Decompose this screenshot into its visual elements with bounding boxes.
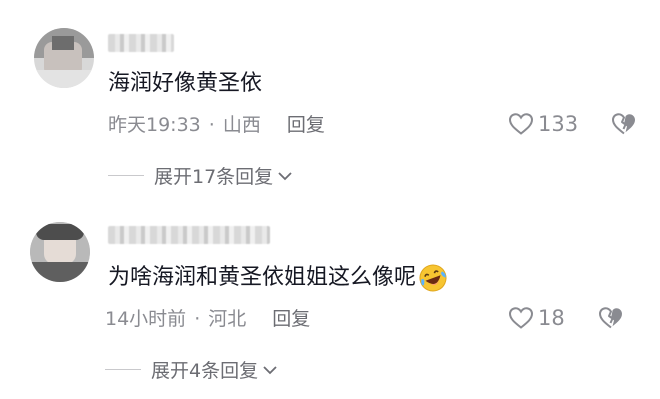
comment-time: 昨天19:33 <box>108 114 201 136</box>
chevron-down-icon <box>263 365 277 374</box>
avatar[interactable] <box>34 28 94 88</box>
like-count: 18 <box>538 306 565 330</box>
heart-outline-icon <box>508 113 534 135</box>
comment-text: 海润好像黄圣依 <box>108 70 262 98</box>
username-blurred[interactable] <box>108 226 270 244</box>
dislike-button[interactable] <box>611 112 637 140</box>
like-button[interactable]: 133 <box>508 112 578 136</box>
comment-meta: 昨天19:33 · 山西 回复 <box>108 113 325 137</box>
broken-heart-icon <box>599 307 622 329</box>
comment-text: 为啥海润和黄圣依姐姐这么像呢 <box>108 262 449 294</box>
laughing-tears-emoji-icon <box>419 264 447 292</box>
reply-button[interactable]: 回复 <box>272 308 310 330</box>
username-blurred[interactable] <box>108 34 174 52</box>
expand-replies-label: 展开4条回复 <box>151 360 259 382</box>
meta-separator: · <box>194 308 201 330</box>
comment-item: 为啥海润和黄圣依姐姐这么像呢 14小时前 · 河北 回复 18 展开4条回复 <box>0 200 660 399</box>
expand-replies-button[interactable]: 展开17条回复 <box>108 162 294 189</box>
broken-heart-icon <box>612 113 635 135</box>
expand-divider-line <box>105 369 141 370</box>
comment-text-body: 海润好像黄圣依 <box>108 71 263 96</box>
comment-text-body: 为啥海润和黄圣依姐姐这么像呢 <box>108 265 417 290</box>
comment-location: 山西 <box>222 114 261 136</box>
expand-replies-button[interactable]: 展开4条回复 <box>105 356 279 383</box>
dislike-button[interactable] <box>598 306 624 334</box>
chevron-down-icon <box>278 171 292 180</box>
comment-location: 河北 <box>208 308 247 330</box>
like-button[interactable]: 18 <box>508 306 565 330</box>
like-count: 133 <box>538 112 579 136</box>
expand-replies-label: 展开17条回复 <box>154 166 274 188</box>
comment-time: 14小时前 <box>105 308 187 330</box>
heart-outline-icon <box>508 307 534 329</box>
comment-meta: 14小时前 · 河北 回复 <box>105 307 310 331</box>
expand-divider-line <box>108 175 144 176</box>
reply-button[interactable]: 回复 <box>287 114 325 136</box>
comment-item: 海润好像黄圣依 昨天19:33 · 山西 回复 133 展开17条回复 <box>0 0 660 200</box>
meta-separator: · <box>208 114 215 136</box>
avatar[interactable] <box>30 222 90 282</box>
